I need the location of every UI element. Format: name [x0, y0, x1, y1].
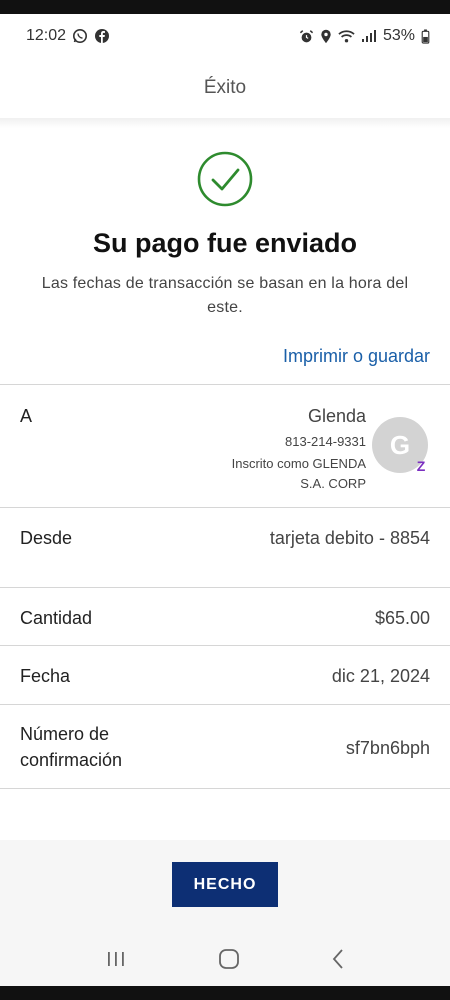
- battery-icon: [421, 28, 430, 44]
- facebook-icon: [94, 28, 110, 44]
- home-icon[interactable]: [218, 948, 240, 970]
- checkmark-circle-icon: [197, 151, 253, 207]
- divider: [0, 788, 450, 789]
- zelle-badge-icon: Z: [416, 458, 426, 474]
- status-right: 53%: [299, 27, 430, 45]
- status-left: 12:02: [26, 27, 110, 45]
- confirmation-value: sf7bn6bph: [345, 738, 430, 758]
- timezone-note: Las fechas de transacción se basan en la…: [41, 275, 409, 316]
- confirmation-label-line2: confirmación: [20, 750, 123, 770]
- page-title: Éxito: [203, 77, 247, 98]
- system-nav-bar: [0, 932, 450, 986]
- from-label: Desde: [20, 528, 73, 548]
- divider: [0, 704, 450, 705]
- from-value: tarjeta debito - 8854: [269, 528, 430, 548]
- app-screen: 12:02 53% Éxito Su pago fue enviado Las …: [0, 14, 450, 986]
- battery-percent: 53%: [382, 27, 415, 44]
- recipient-phone: 813-214-9331: [285, 434, 366, 449]
- header-shadow: [0, 118, 450, 128]
- signal-icon: [361, 29, 377, 43]
- divider: [0, 384, 450, 385]
- whatsapp-icon: [72, 28, 88, 44]
- divider: [0, 645, 450, 646]
- screen-top-edge: [0, 0, 450, 14]
- recipient-name: Glenda: [307, 406, 366, 426]
- recipient-enrolled-line1: Inscrito como GLENDA: [231, 456, 366, 471]
- date-label: Fecha: [20, 666, 71, 686]
- alarm-icon: [299, 29, 314, 44]
- date-value: dic 21, 2024: [331, 666, 430, 686]
- status-time: 12:02: [26, 27, 67, 44]
- back-icon[interactable]: [331, 948, 345, 970]
- amount-value: $65.00: [374, 608, 430, 628]
- divider: [0, 587, 450, 588]
- success-headline: Su pago fue enviado: [92, 228, 358, 258]
- print-or-save-link[interactable]: Imprimir o guardar: [283, 346, 430, 367]
- location-icon: [320, 29, 332, 44]
- amount-label: Cantidad: [20, 608, 93, 628]
- recipient-enrolled-line2: S.A. CORP: [300, 476, 366, 491]
- confirmation-label-line1: Número de: [20, 724, 110, 744]
- screen-bottom-edge: [0, 986, 450, 1000]
- to-label: A: [20, 406, 33, 426]
- divider: [0, 507, 450, 508]
- done-button[interactable]: HECHO: [172, 862, 278, 907]
- title-bar: Éxito: [0, 58, 450, 118]
- wifi-icon: [338, 29, 355, 43]
- status-bar: 12:02 53%: [0, 14, 450, 58]
- recent-apps-icon[interactable]: [105, 949, 127, 969]
